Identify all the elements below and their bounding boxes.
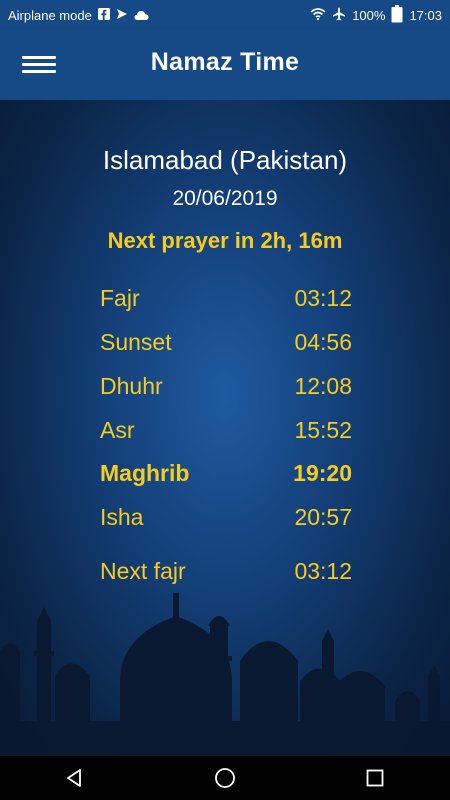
prayer-time: 12:08 [294, 373, 352, 399]
prayer-name: Isha [100, 504, 144, 530]
prayer-name: Dhuhr [100, 373, 163, 399]
next-prayer-countdown: Next prayer in 2h, 16m [107, 228, 343, 253]
prayer-time: 04:56 [294, 329, 352, 355]
send-icon [116, 8, 128, 23]
prayer-row-isha: Isha 20:57 [100, 504, 352, 531]
status-right: 100% 17:03 [310, 4, 442, 26]
status-left: Airplane mode [8, 7, 149, 23]
prayer-time: 15:52 [294, 417, 352, 443]
airplane-mode-label: Airplane mode [8, 7, 92, 23]
back-triangle-icon[interactable] [55, 758, 95, 798]
city-label: Islamabad (Pakistan) [102, 145, 348, 175]
prayer-name: Maghrib [100, 460, 190, 486]
prayer-row-sunset: Sunset 04:56 [100, 329, 352, 356]
wifi-icon [310, 7, 326, 23]
prayer-time: 03:12 [294, 285, 352, 311]
prayer-row-maghrib: Maghrib 19:20 [100, 460, 352, 487]
facebook-icon [97, 7, 110, 23]
mosque-skyline-illustration [0, 581, 450, 756]
recents-square-icon[interactable] [355, 758, 395, 798]
system-nav-bar [0, 756, 450, 800]
prayer-row-asr: Asr 15:52 [100, 417, 352, 444]
prayer-time: 20:57 [294, 504, 352, 530]
prayer-name: Fajr [100, 285, 140, 311]
prayer-times-panel: Islamabad (Pakistan) 20/06/2019 Next pra… [0, 100, 450, 756]
prayer-row-dhuhr: Dhuhr 12:08 [100, 373, 352, 400]
airplane-icon [332, 7, 346, 24]
status-bar: Airplane mode 100% 17:03 [0, 0, 450, 30]
date-label: 20/06/2019 [172, 187, 278, 210]
clock-time: 17:03 [409, 7, 442, 23]
prayer-name: Asr [100, 417, 135, 443]
cloud-icon [134, 8, 149, 23]
app-bar: Namaz Time [0, 30, 450, 100]
battery-percent: 100% [352, 7, 386, 23]
home-circle-icon[interactable] [205, 758, 245, 798]
prayer-row-fajr: Fajr 03:12 [100, 285, 352, 312]
battery-icon [391, 4, 403, 26]
prayer-name: Sunset [100, 329, 172, 355]
prayer-time: 19:20 [293, 460, 352, 486]
app-title: Namaz Time [150, 48, 300, 76]
